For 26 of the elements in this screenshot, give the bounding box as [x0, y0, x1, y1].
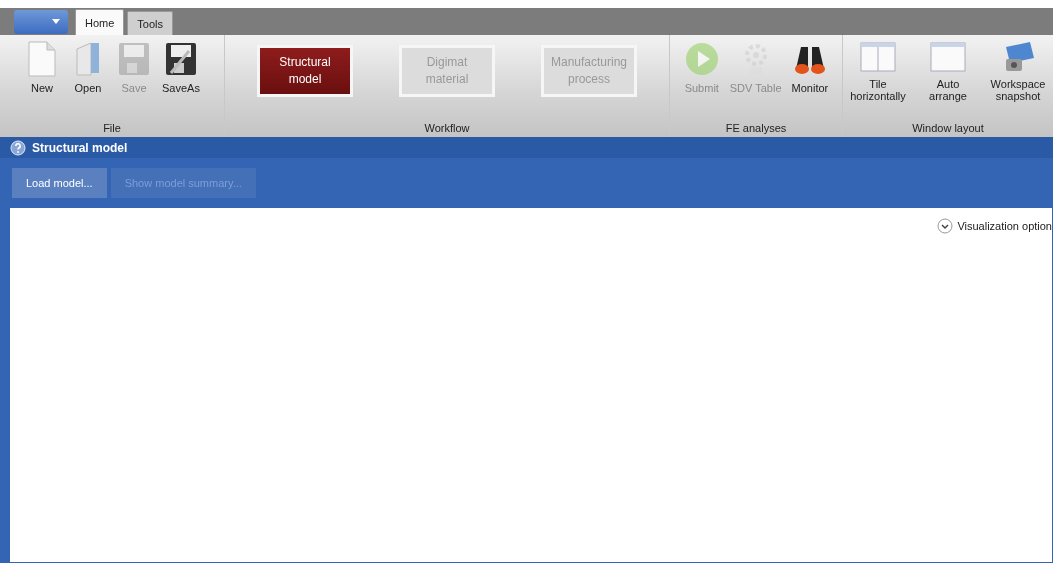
ribbon-button[interactable]: SaveAs: [158, 39, 204, 96]
ribbon-button[interactable]: Monitor: [787, 39, 833, 96]
workflow-step-button[interactable]: Structural model: [257, 45, 353, 97]
help-icon: [10, 139, 26, 156]
visualization-options-toggle[interactable]: Visualization option: [937, 218, 1052, 234]
ribbon-button[interactable]: Auto arrange: [915, 39, 981, 104]
play-icon: [683, 41, 720, 77]
group-label: File: [103, 122, 121, 136]
chevron-down-icon: [937, 218, 954, 234]
floppy-disk-pen-icon: [165, 41, 197, 77]
document-icon: [27, 41, 58, 77]
ribbon-tab[interactable]: Home: [75, 9, 125, 35]
panel-title: Structural model: [32, 140, 128, 155]
application-menu-button[interactable]: [14, 9, 68, 34]
ribbon-tab[interactable]: Tools: [127, 11, 174, 35]
tiled-windows-icon: [860, 41, 896, 73]
ribbon-button[interactable]: New: [20, 39, 65, 96]
ribbon-button[interactable]: Workspace snapshot: [983, 39, 1053, 104]
group-label: Workflow: [424, 122, 470, 136]
ribbon-button[interactable]: Open: [66, 39, 111, 96]
caret-icon: [52, 19, 60, 24]
group-label: Window layout: [912, 122, 984, 136]
group-label: FE analyses: [725, 122, 787, 136]
toolbar-button[interactable]: Load model...: [12, 168, 107, 198]
ribbon-button[interactable]: Tile horizontally: [843, 39, 913, 104]
window-icon: [930, 41, 966, 73]
